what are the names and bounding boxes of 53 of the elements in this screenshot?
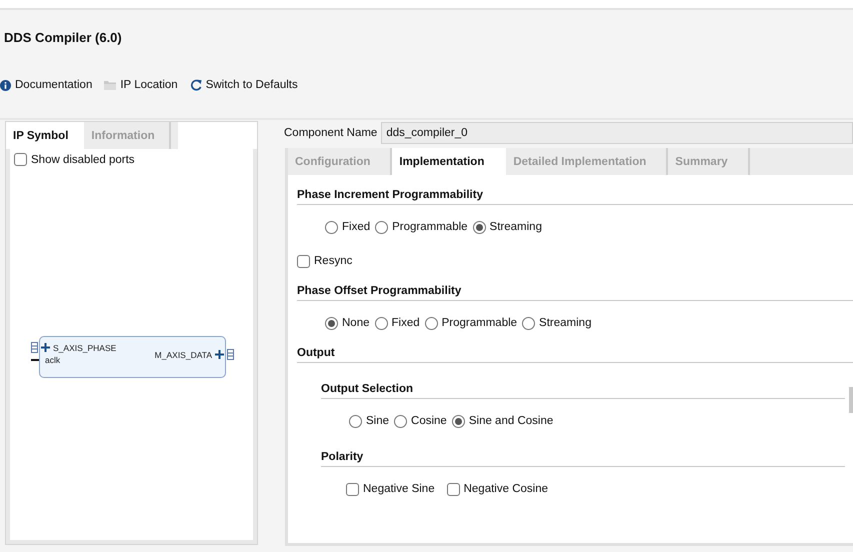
- toolbar-link[interactable]: Documentation: [15, 79, 92, 91]
- radio-button[interactable]: [375, 220, 388, 234]
- radio-label: Programmable: [392, 221, 468, 233]
- checkbox[interactable]: [446, 482, 460, 496]
- plus-icon: [215, 350, 224, 359]
- section-heading: Polarity: [321, 451, 845, 467]
- radio-label: Fixed: [392, 317, 420, 329]
- radio-button[interactable]: [452, 414, 465, 428]
- tab[interactable]: IP Symbol: [6, 122, 84, 149]
- section-heading: Phase Offset Programmability: [297, 285, 853, 301]
- radio-button[interactable]: [325, 220, 338, 234]
- checkbox[interactable]: [14, 153, 27, 166]
- section-heading: Output: [297, 347, 853, 363]
- radio-label: Streaming: [539, 317, 592, 329]
- info-icon: [0, 80, 11, 90]
- radio-button[interactable]: [522, 316, 536, 330]
- section-heading: Output Selection: [321, 383, 845, 399]
- checkbox-label: Negative Cosine: [464, 483, 548, 495]
- toolbar-link[interactable]: IP Location: [120, 79, 178, 91]
- wire-port-icon: [31, 358, 39, 362]
- window-title: DDS Compiler (6.0): [3, 29, 123, 47]
- checkbox-label: Negative Sine: [363, 483, 435, 495]
- tab[interactable]: Implementation: [392, 148, 506, 175]
- radio-label: Streaming: [490, 221, 542, 233]
- radio-label: None: [342, 317, 370, 329]
- plus-icon: [41, 343, 50, 352]
- radio-label: Programmable: [442, 317, 518, 329]
- bus-port-icon: [227, 349, 234, 360]
- folder-icon: [104, 80, 116, 90]
- radio-label: Cosine: [411, 415, 447, 427]
- checkbox-label: Resync: [314, 255, 352, 267]
- section-heading: Phase Increment Programmability: [297, 189, 853, 205]
- bus-port-icon: [31, 342, 38, 353]
- checkbox[interactable]: [297, 254, 310, 268]
- radio-button[interactable]: [472, 220, 486, 234]
- radio-button[interactable]: [424, 316, 438, 330]
- radio-button[interactable]: [394, 414, 408, 428]
- radio-button[interactable]: [349, 414, 362, 428]
- scrollbar-thumb[interactable]: [849, 387, 853, 413]
- refresh-icon: [190, 79, 202, 91]
- radio-button[interactable]: [325, 316, 338, 330]
- port-label: M_AXIS_DATA: [154, 350, 212, 360]
- checkbox[interactable]: [346, 482, 359, 496]
- field-label: Component Name: [284, 127, 378, 139]
- toolbar-link[interactable]: Switch to Defaults: [206, 79, 298, 91]
- port-label: S_AXIS_PHASE: [53, 342, 116, 352]
- radio-button[interactable]: [374, 316, 388, 330]
- checkbox-label: Show disabled ports: [31, 154, 135, 166]
- port-label: aclk: [45, 355, 60, 365]
- radio-label: Fixed: [342, 221, 370, 233]
- radio-label: Sine and Cosine: [468, 415, 554, 427]
- radio-label: Sine: [366, 415, 390, 427]
- component-name-field[interactable]: dds_compiler_0: [381, 122, 853, 144]
